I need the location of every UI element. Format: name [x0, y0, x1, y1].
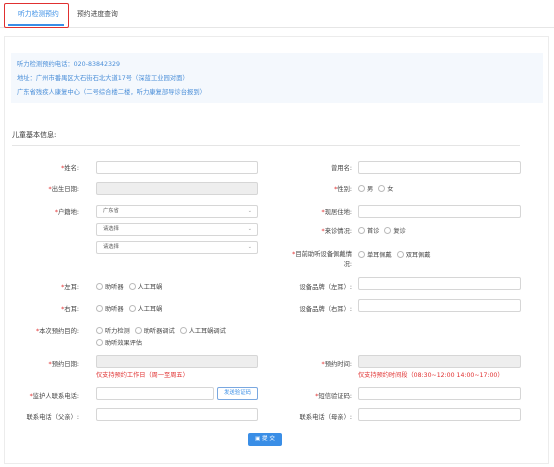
checkbox-icon — [134, 327, 142, 334]
residence-input[interactable] — [358, 205, 521, 218]
right-brand-label: 设备品牌（右耳）: — [299, 306, 353, 313]
active-tab-underline — [8, 24, 64, 26]
gender-male-option[interactable]: 男 — [358, 184, 373, 193]
chevron-down-icon: ⌄ — [247, 244, 252, 250]
birth-date-label: *出生日期: — [48, 186, 79, 193]
tab-appointment[interactable]: 听力检测预约 — [18, 8, 59, 18]
visit-first-option[interactable]: 首诊 — [358, 226, 379, 235]
left-ear-label: *左耳: — [61, 284, 79, 291]
name-label: *姓名: — [61, 165, 79, 172]
name-input[interactable] — [96, 161, 258, 174]
birth-date-input[interactable] — [96, 182, 258, 195]
radio-icon — [384, 227, 392, 234]
radio-icon — [96, 305, 103, 312]
radio-icon — [96, 283, 103, 290]
purpose-effect-eval-option[interactable]: 助听效果评估 — [96, 338, 142, 347]
section-title: 儿童基本信息: — [12, 131, 57, 139]
gender-label: *性别: — [334, 186, 352, 193]
section-divider — [12, 145, 520, 146]
guardian-phone-label: *监护人联系电话: — [29, 393, 79, 400]
hukou-label: *户籍地: — [54, 209, 79, 216]
father-phone-label: 联系电话（父亲）: — [26, 414, 80, 421]
district-select[interactable]: 请选择 ⌄ — [96, 241, 258, 254]
left-cochlear-option[interactable]: 人工耳蜗 — [128, 282, 162, 291]
former-name-label: 曾用名: — [330, 165, 352, 172]
city-select[interactable]: 请选择 ⌄ — [96, 223, 258, 236]
left-brand-input[interactable] — [358, 277, 521, 290]
former-name-input[interactable] — [358, 161, 521, 174]
purpose-cochlear-tuning-option[interactable]: 人工耳蜗调试 — [179, 326, 226, 335]
single-ear-option[interactable]: 单耳佩戴 — [358, 250, 392, 259]
notice-phone: 听力检测预约电话：020-83842329 — [17, 61, 121, 68]
mother-phone-input[interactable] — [358, 408, 521, 421]
visit-type-radio-group: 首诊 复诊 — [358, 226, 411, 235]
purpose-options-row1: 听力检测 助听器调试 人工耳蜗调试 — [96, 326, 231, 335]
appt-date-label: *预约日期: — [48, 361, 79, 368]
radio-icon — [378, 185, 386, 192]
submit-button[interactable]: ▣ 提 交 — [248, 433, 282, 446]
gender-female-option[interactable]: 女 — [378, 184, 393, 193]
sms-code-label: *短信验证码: — [315, 393, 352, 400]
checkbox-icon — [96, 327, 103, 334]
appt-time-label: *预约时间: — [321, 361, 352, 368]
purpose-label: *本次预约目的: — [35, 328, 79, 335]
appt-date-hint: 仅支持预约工作日（周一至周五） — [96, 372, 189, 379]
sms-code-input[interactable] — [358, 387, 521, 400]
right-cochlear-option[interactable]: 人工耳蜗 — [128, 304, 162, 313]
radio-icon — [128, 305, 136, 312]
notice-center: 广东省残疾人康复中心（二号综合楼二楼，听力康复部导诊台报到） — [17, 89, 206, 96]
right-brand-input[interactable] — [358, 299, 521, 312]
checkbox-icon — [96, 339, 103, 346]
tab-bar: 听力检测预约 预约进度查询 — [0, 0, 554, 28]
notice-address: 地址：广州市番禺区大石街石北大道17号（深蓝工业园对面） — [17, 75, 189, 82]
visit-type-label: *来诊情况: — [321, 228, 352, 235]
radio-icon — [358, 185, 365, 192]
device-wearing-label: *目前助听设备佩戴情 — [292, 251, 352, 258]
purpose-hearing-test-option[interactable]: 听力检测 — [96, 326, 130, 335]
radio-icon — [396, 251, 404, 258]
right-ear-label: *右耳: — [61, 306, 79, 313]
left-brand-label: 设备品牌（左耳）: — [299, 284, 353, 291]
chevron-down-icon: ⌄ — [247, 226, 252, 232]
device-wearing-label-cont: 况: — [343, 261, 352, 268]
appt-time-hint: 仅支持预约时间段（08:30~12:00 14:00~17:00） — [358, 372, 504, 379]
send-code-button[interactable]: 发送验证码 — [217, 387, 258, 400]
tab-progress-query[interactable]: 预约进度查询 — [77, 8, 118, 18]
purpose-aid-tuning-option[interactable]: 助听器调试 — [134, 326, 175, 335]
gender-radio-group: 男 女 — [358, 184, 398, 193]
checkbox-icon — [179, 327, 187, 334]
guardian-phone-input[interactable] — [96, 387, 214, 400]
appt-time-input[interactable] — [358, 355, 521, 368]
appt-date-input[interactable] — [96, 355, 258, 368]
radio-icon — [358, 227, 365, 234]
purpose-options-row2: 助听效果评估 — [96, 338, 147, 347]
father-phone-input[interactable] — [96, 408, 258, 421]
submit-label: 提 交 — [262, 436, 276, 442]
province-select[interactable]: 广东省 ⌄ — [96, 205, 258, 218]
device-wearing-radio-group: 单耳佩戴 双耳佩戴 — [358, 250, 436, 259]
radio-icon — [358, 251, 365, 258]
visit-return-option[interactable]: 复诊 — [384, 226, 406, 235]
save-icon: ▣ — [254, 436, 261, 442]
both-ears-option[interactable]: 双耳佩戴 — [396, 250, 431, 259]
radio-icon — [128, 283, 136, 290]
right-hearing-aid-option[interactable]: 助听器 — [96, 304, 124, 313]
notice-box: 听力检测预约电话：020-83842329 地址：广州市番禺区大石街石北大道17… — [11, 53, 543, 103]
residence-label: *现居住地: — [321, 209, 352, 216]
right-ear-radio-group: 助听器 人工耳蜗 — [96, 304, 167, 313]
left-ear-radio-group: 助听器 人工耳蜗 — [96, 282, 167, 291]
left-hearing-aid-option[interactable]: 助听器 — [96, 282, 124, 291]
mother-phone-label: 联系电话（母亲）: — [299, 414, 353, 421]
chevron-down-icon: ⌄ — [247, 208, 252, 214]
